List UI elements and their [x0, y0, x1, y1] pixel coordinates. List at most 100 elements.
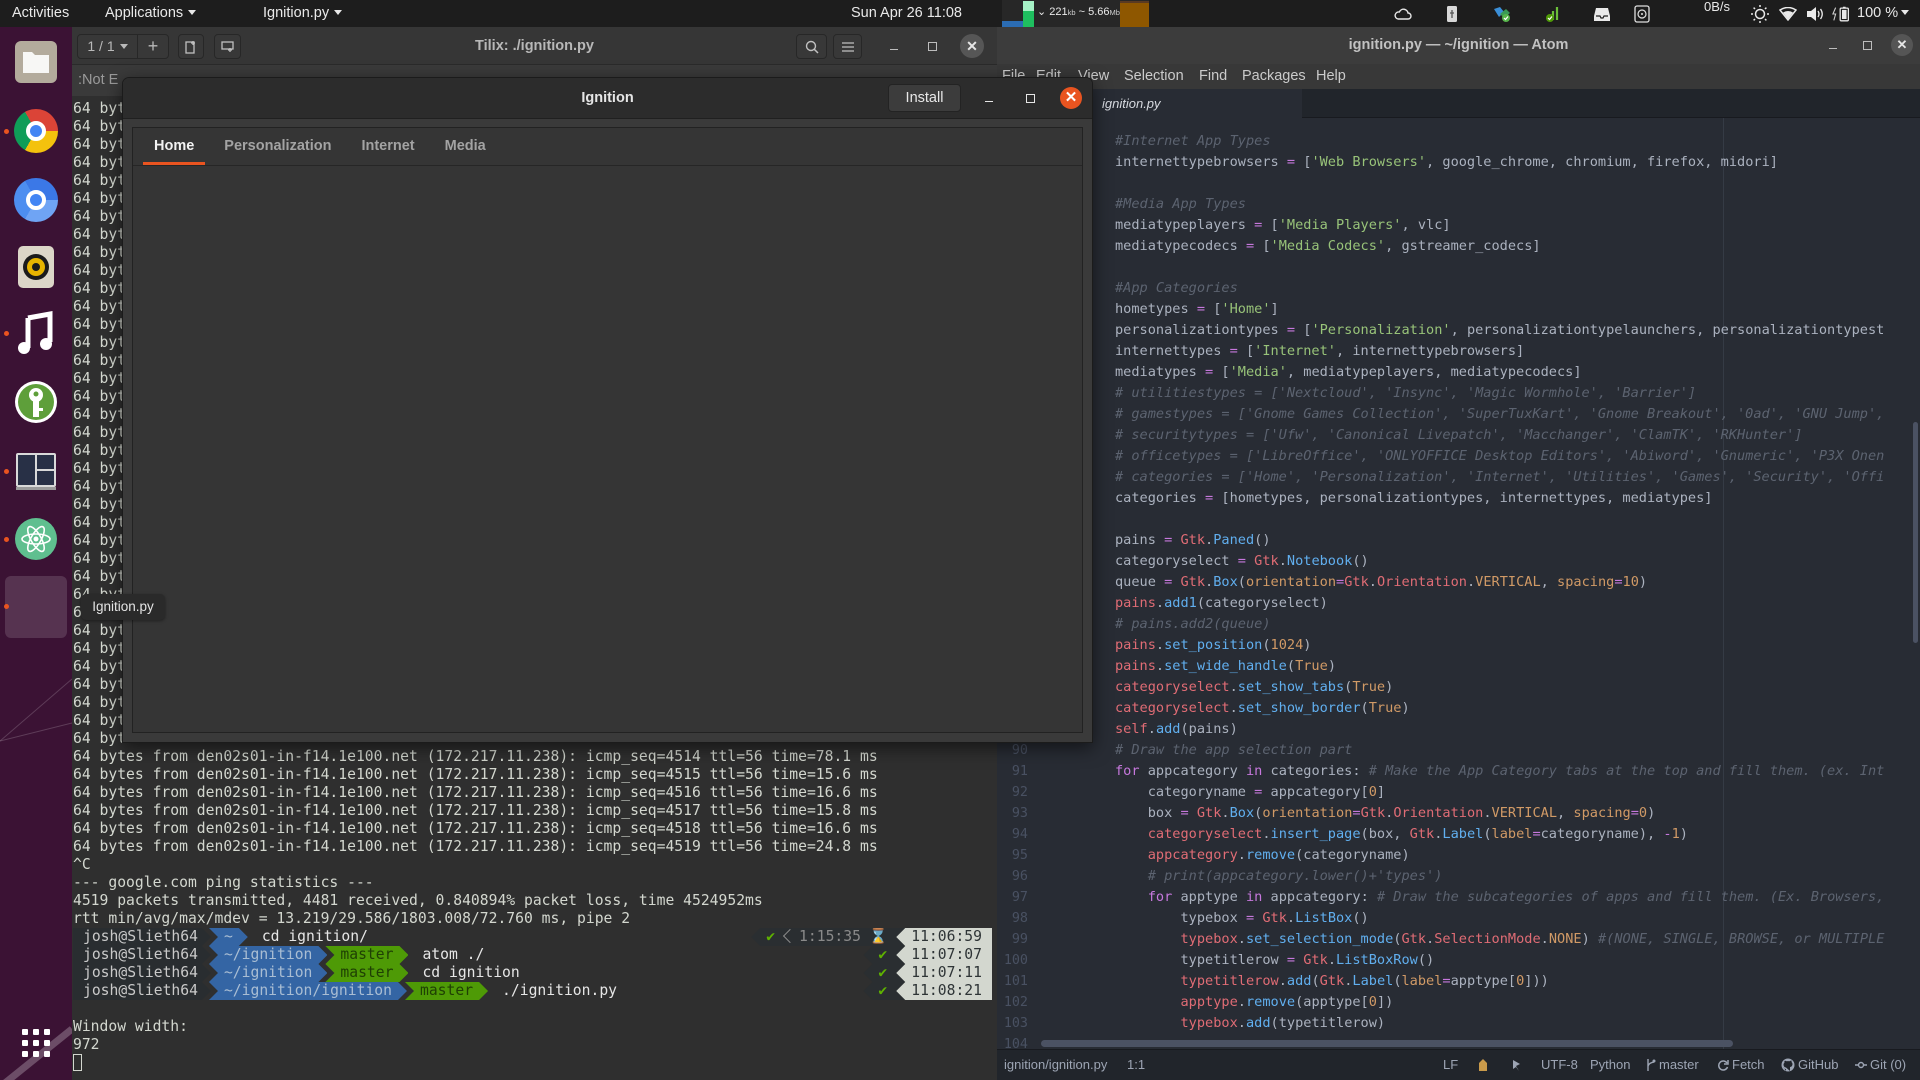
- code-line[interactable]: appcategory.remove(categoryname): [1115, 845, 1910, 866]
- line-number[interactable]: 101: [997, 971, 1028, 992]
- code-line[interactable]: # utilitiestypes = ['Nextcloud', 'Insync…: [1115, 383, 1910, 404]
- code-line[interactable]: pains.add1(categoryselect): [1115, 593, 1910, 614]
- menu-help[interactable]: Help: [1316, 64, 1346, 89]
- tab-internet[interactable]: Internet: [350, 128, 425, 165]
- code-line[interactable]: self.add(pains): [1115, 719, 1910, 740]
- code-line[interactable]: # Draw the app selection part: [1115, 740, 1910, 761]
- system-menu-chevron[interactable]: [1896, 0, 1909, 27]
- code-line[interactable]: # officetypes = ['LibreOffice', 'ONLYOFF…: [1115, 446, 1910, 467]
- close-button[interactable]: ✕: [1891, 34, 1913, 56]
- battery-icon[interactable]: [1832, 4, 1852, 24]
- dock-item-keepassxc[interactable]: [13, 379, 59, 425]
- code-line[interactable]: typebox.set_selection_mode(Gtk.Selection…: [1115, 929, 1910, 950]
- code-line[interactable]: internettypes = ['Internet', internettyp…: [1115, 341, 1910, 362]
- usb-drive-icon[interactable]: [1442, 4, 1462, 24]
- telemetry-icon[interactable]: [1510, 1050, 1522, 1080]
- inbox-tray-icon[interactable]: [1592, 4, 1612, 24]
- close-button[interactable]: ✕: [1060, 87, 1082, 109]
- code-line[interactable]: box = Gtk.Box(orientation=Gtk.Orientatio…: [1115, 803, 1910, 824]
- code-line[interactable]: typetitlerow.add(Gtk.Label(label=apptype…: [1115, 971, 1910, 992]
- code-line[interactable]: #App Categories: [1115, 278, 1910, 299]
- line-number[interactable]: 92: [997, 782, 1028, 803]
- volume-icon[interactable]: [1805, 4, 1825, 24]
- dock-item-atom[interactable]: [13, 516, 59, 562]
- line-number[interactable]: 103: [997, 1013, 1028, 1034]
- code-line[interactable]: categoryselect.set_show_border(True): [1115, 698, 1910, 719]
- maximize-button[interactable]: [1020, 88, 1040, 108]
- dock-item-ignition[interactable]: [13, 583, 59, 629]
- status-cursor-position[interactable]: 1:1: [1127, 1050, 1145, 1080]
- line-number[interactable]: 102: [997, 992, 1028, 1013]
- show-applications-button[interactable]: [13, 1020, 59, 1066]
- code-line[interactable]: categoryname = appcategory[0]: [1115, 782, 1910, 803]
- dock-item-files[interactable]: [13, 39, 59, 85]
- cloud-icon[interactable]: [1393, 4, 1413, 24]
- minimize-button[interactable]: [1823, 35, 1843, 55]
- code-line[interactable]: # print(appcategory.lower()+'types'): [1115, 866, 1910, 887]
- dock-item-rhythmbox[interactable]: [13, 244, 59, 290]
- tab-ignition-py[interactable]: ignition.py: [1093, 89, 1302, 118]
- code-editor[interactable]: 6162636465666768697071727374757677787980…: [997, 118, 1920, 1049]
- network-signal-icon[interactable]: [1543, 4, 1563, 24]
- menu-packages[interactable]: Packages: [1242, 64, 1306, 89]
- dock-item-music[interactable]: [13, 310, 59, 356]
- maximize-button[interactable]: [922, 36, 942, 56]
- code-line[interactable]: for appcategory in categories: # Make th…: [1115, 761, 1910, 782]
- code-line[interactable]: typebox.add(typetitlerow): [1115, 1013, 1910, 1034]
- line-number[interactable]: 96: [997, 866, 1028, 887]
- vertical-scrollbar[interactable]: [1913, 422, 1918, 643]
- close-button[interactable]: ✕: [960, 34, 984, 58]
- line-number[interactable]: 99: [997, 929, 1028, 950]
- app-menu[interactable]: Ignition.py: [263, 0, 343, 27]
- battery-percent[interactable]: 100 %: [1857, 0, 1898, 27]
- line-number[interactable]: 104: [997, 1034, 1028, 1050]
- maximize-button[interactable]: [1857, 35, 1877, 55]
- code-line[interactable]: for apptype in appcategory: # Draw the s…: [1115, 887, 1910, 908]
- menu-button[interactable]: [833, 34, 862, 59]
- line-number[interactable]: 94: [997, 824, 1028, 845]
- dock-item-google-chrome[interactable]: [13, 108, 59, 154]
- brightness-icon[interactable]: [1750, 4, 1770, 24]
- code-line[interactable]: [1115, 257, 1910, 278]
- line-number[interactable]: 95: [997, 845, 1028, 866]
- status-grammar[interactable]: Python: [1590, 1050, 1630, 1080]
- code-line[interactable]: # gamestypes = ['Gnome Games Collection'…: [1115, 404, 1910, 425]
- code-line[interactable]: hometypes = ['Home']: [1115, 299, 1910, 320]
- find-button[interactable]: [796, 34, 827, 59]
- network-monitor[interactable]: ⌄ 221kb ~ 5.66Mb: [1002, 0, 1149, 27]
- activities-button[interactable]: Activities: [12, 0, 69, 27]
- code-line[interactable]: [1115, 173, 1910, 194]
- dock-item-chromium[interactable]: [13, 177, 59, 223]
- file-icon[interactable]: [1477, 1050, 1489, 1080]
- horizontal-scrollbar[interactable]: [1041, 1040, 1733, 1047]
- code-line[interactable]: categories = [hometypes, personalization…: [1115, 488, 1910, 509]
- code-line[interactable]: # securitytypes = ['Ufw', 'Canonical Liv…: [1115, 425, 1910, 446]
- code-line[interactable]: mediatypecodecs = ['Media Codecs', gstre…: [1115, 236, 1910, 257]
- line-number[interactable]: 93: [997, 803, 1028, 824]
- code-line[interactable]: mediatypeplayers = ['Media Players', vlc…: [1115, 215, 1910, 236]
- code-line[interactable]: pains = Gtk.Paned(): [1115, 530, 1910, 551]
- code-line[interactable]: queue = Gtk.Box(orientation=Gtk.Orientat…: [1115, 572, 1910, 593]
- dock-item-tilix[interactable]: [13, 448, 59, 494]
- disc-icon[interactable]: [1632, 4, 1652, 24]
- status-encoding[interactable]: UTF-8: [1541, 1050, 1578, 1080]
- clock[interactable]: Sun Apr 26 11:08: [851, 0, 962, 27]
- git-button[interactable]: Git (0): [1855, 1050, 1906, 1080]
- code-line[interactable]: # pains.add2(queue): [1115, 614, 1910, 635]
- tab-home[interactable]: Home: [143, 128, 206, 165]
- code-line[interactable]: pains.set_position(1024): [1115, 635, 1910, 656]
- line-number[interactable]: 98: [997, 908, 1028, 929]
- minimize-button[interactable]: [884, 36, 904, 56]
- code-line[interactable]: internettypebrowsers = ['Web Browsers', …: [1115, 152, 1910, 173]
- code-line[interactable]: categoryselect.insert_page(box, Gtk.Labe…: [1115, 824, 1910, 845]
- code-line[interactable]: pains.set_wide_handle(True): [1115, 656, 1910, 677]
- code-line[interactable]: #Media App Types: [1115, 194, 1910, 215]
- menu-selection[interactable]: Selection: [1124, 64, 1184, 89]
- wifi-icon[interactable]: [1778, 4, 1798, 24]
- menu-find[interactable]: Find: [1199, 64, 1227, 89]
- code-line[interactable]: personalizationtypes = ['Personalization…: [1115, 320, 1910, 341]
- code-line[interactable]: #Internet App Types: [1115, 131, 1910, 152]
- code-line[interactable]: mediatypes = ['Media', mediatypeplayers,…: [1115, 362, 1910, 383]
- tab-media[interactable]: Media: [434, 128, 497, 165]
- code-line[interactable]: categoryselect = Gtk.Notebook(): [1115, 551, 1910, 572]
